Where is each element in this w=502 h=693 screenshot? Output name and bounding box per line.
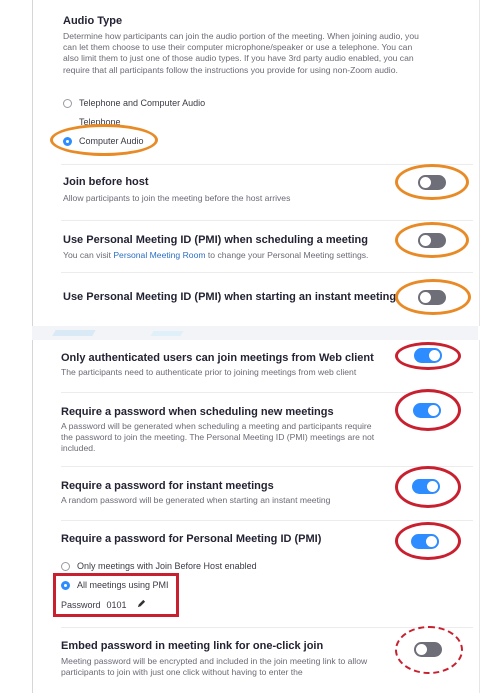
divider (61, 466, 473, 467)
join-before-host-description: Allow participants to join the meeting b… (63, 193, 291, 203)
embed-password-description: Meeting password will be encrypted and i… (61, 656, 368, 678)
divider (61, 220, 473, 221)
security-settings-panel: Only authenticated users can join meetin… (32, 340, 480, 693)
orange-highlight-ring (395, 222, 469, 258)
description-text: to change your Personal Meeting settings… (207, 250, 369, 260)
audio-type-title: Audio Type (63, 15, 123, 27)
divider (61, 272, 473, 273)
authenticated-web-title: Only authenticated users can join meetin… (61, 352, 374, 364)
red-dashed-highlight-ring (395, 626, 463, 674)
radio-label: Only meetings with Join Before Host enab… (77, 561, 257, 571)
red-highlight-ring (395, 389, 461, 431)
password-scheduling-description: A password will be generated when schedu… (61, 421, 375, 454)
radio-label: Telephone and Computer Audio (79, 98, 206, 108)
join-before-host-title: Join before host (63, 176, 149, 188)
divider (61, 164, 473, 165)
radio-only-join-before-host[interactable]: Only meetings with Join Before Host enab… (61, 561, 257, 571)
pmi-scheduling-description: You can visit Personal Meeting Room to c… (63, 250, 443, 261)
red-highlight-ring (395, 342, 461, 370)
password-instant-description: A random password will be generated when… (61, 495, 331, 505)
authenticated-web-description: The participants need to authenticate pr… (61, 367, 357, 377)
radio-telephone-and-computer[interactable]: Telephone and Computer Audio (63, 98, 205, 108)
red-highlight-ring (395, 466, 461, 508)
orange-highlight-ring (395, 279, 471, 315)
orange-highlight-ring (50, 124, 158, 156)
pmi-scheduling-title: Use Personal Meeting ID (PMI) when sched… (63, 234, 368, 246)
password-instant-title: Require a password for instant meetings (61, 480, 274, 492)
embed-password-title: Embed password in meeting link for one-c… (61, 640, 324, 652)
red-highlight-ring (395, 522, 461, 560)
personal-meeting-room-link[interactable]: Personal Meeting Room (113, 250, 205, 260)
password-pmi-title: Require a password for Personal Meeting … (61, 533, 322, 545)
orange-highlight-ring (395, 164, 469, 200)
pmi-instant-title: Use Personal Meeting ID (PMI) when start… (63, 291, 397, 303)
audio-type-description: Determine how participants can join the … (63, 31, 419, 75)
description-text: You can visit (63, 250, 111, 260)
radio-circle[interactable] (61, 561, 70, 571)
red-highlight-box (53, 573, 179, 617)
divider (61, 520, 473, 521)
password-scheduling-title: Require a password when scheduling new m… (61, 406, 334, 418)
audio-settings-panel: Audio Type Determine how participants ca… (32, 0, 480, 326)
section-gap (32, 326, 478, 340)
divider (61, 627, 473, 628)
radio-circle[interactable] (63, 98, 72, 108)
